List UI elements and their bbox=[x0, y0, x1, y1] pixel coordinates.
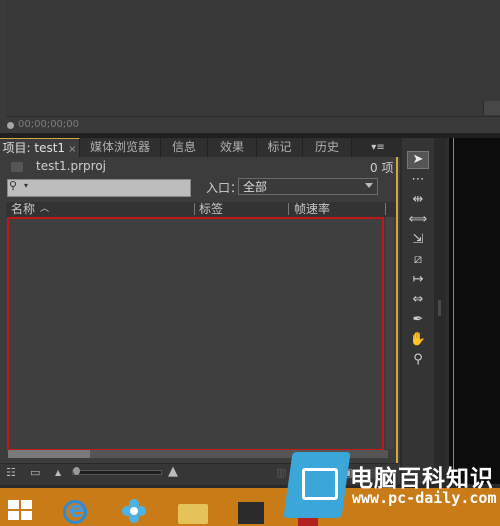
search-icon[interactable]: ⚲ bbox=[9, 179, 17, 192]
tab-history[interactable]: 历史 bbox=[303, 138, 352, 157]
tab-markers[interactable]: 标记 bbox=[257, 138, 303, 157]
program-monitor-panel[interactable] bbox=[446, 138, 500, 484]
rate-stretch-tool-icon[interactable]: ⇲ bbox=[408, 232, 428, 248]
icon-view-icon[interactable]: ▭ bbox=[30, 466, 40, 480]
zoom-tool-icon[interactable]: ⚲ bbox=[408, 352, 428, 368]
tab-media-browser-label: 媒体浏览器 bbox=[89, 140, 150, 154]
windows-logo-icon bbox=[21, 500, 32, 509]
tab-close-icon[interactable]: × bbox=[68, 144, 76, 155]
tab-history-label: 历史 bbox=[314, 140, 339, 154]
automate-icon[interactable]: ▥ bbox=[276, 466, 286, 480]
list-view-icon[interactable]: ☷ bbox=[6, 466, 16, 480]
ripple-edit-tool-icon[interactable]: ⇹ bbox=[408, 192, 428, 208]
windows-logo-icon bbox=[21, 511, 32, 520]
tools-panel bbox=[402, 138, 434, 484]
entry-filter-label: 入口： bbox=[206, 181, 243, 195]
selection-tool-icon[interactable]: ➤ bbox=[407, 151, 429, 169]
item-count: 0 项 bbox=[370, 161, 394, 175]
video-app-icon[interactable] bbox=[238, 502, 264, 524]
file-explorer-icon[interactable] bbox=[178, 504, 208, 524]
tab-effects[interactable]: 效果 bbox=[208, 138, 257, 157]
playhead-marker-icon[interactable] bbox=[7, 122, 14, 129]
watermark-title: 电脑百科知识 bbox=[350, 466, 494, 492]
watermark-monitor-icon bbox=[302, 468, 338, 500]
column-label[interactable]: 标签 bbox=[199, 202, 223, 217]
column-separator[interactable] bbox=[194, 203, 195, 215]
rolling-edit-tool-icon[interactable]: ⟺ bbox=[408, 212, 428, 228]
pen-tool-icon[interactable]: ✒ bbox=[408, 312, 428, 328]
column-separator[interactable] bbox=[288, 203, 289, 215]
tab-media-browser[interactable]: 媒体浏览器 bbox=[80, 138, 161, 157]
zoom-slider-thumb[interactable] bbox=[73, 467, 80, 475]
sort-ascending-icon[interactable]: ︿ bbox=[40, 202, 49, 217]
panel-resize-grip[interactable] bbox=[438, 300, 441, 316]
zoom-slider-track[interactable] bbox=[72, 470, 162, 475]
tab-project-label: 项目: test1 bbox=[2, 141, 66, 155]
slip-tool-icon[interactable]: ↦ bbox=[408, 272, 428, 288]
project-tab-bar: 项目: test1 × 媒体浏览器 信息 效果 标记 历史 bbox=[0, 138, 400, 157]
search-input[interactable] bbox=[7, 179, 191, 197]
tab-effects-label: 效果 bbox=[219, 140, 244, 154]
project-item-list[interactable] bbox=[7, 217, 384, 451]
chevron-down-icon[interactable] bbox=[365, 183, 373, 188]
monitor-scroll-corner[interactable] bbox=[483, 101, 500, 115]
active-panel-border bbox=[396, 157, 398, 463]
zoom-large-icon[interactable]: ▲ bbox=[168, 465, 178, 479]
watermark-url: www.pc-daily.com bbox=[352, 489, 497, 507]
program-monitor-border bbox=[453, 138, 454, 484]
slide-tool-icon[interactable]: ⇔ bbox=[408, 292, 428, 308]
monitor-viewport[interactable] bbox=[6, 0, 500, 117]
column-separator[interactable] bbox=[385, 203, 386, 215]
panel-menu-icon[interactable]: ▾≡ bbox=[367, 138, 389, 157]
entry-filter-value[interactable]: 全部 bbox=[243, 178, 267, 195]
project-file-name: test1.prproj bbox=[36, 159, 107, 173]
project-folder-icon bbox=[11, 162, 23, 172]
hand-tool-icon[interactable]: ✋ bbox=[408, 332, 428, 348]
track-select-tool-icon[interactable]: ⋯ bbox=[408, 172, 428, 188]
internet-explorer-glyph: e bbox=[69, 498, 84, 523]
tab-markers-label: 标记 bbox=[267, 140, 292, 154]
tab-info[interactable]: 信息 bbox=[161, 138, 208, 157]
vertical-scrollbar[interactable] bbox=[386, 217, 394, 449]
column-frame-rate[interactable]: 帧速率 bbox=[294, 202, 330, 217]
column-name[interactable]: 名称 bbox=[11, 202, 35, 217]
tab-project[interactable]: 项目: test1 × bbox=[0, 138, 80, 157]
search-dropdown-icon[interactable]: ▾ bbox=[24, 181, 28, 190]
windows-logo-icon bbox=[8, 511, 19, 520]
razor-tool-icon[interactable]: ⧄ bbox=[408, 252, 428, 268]
timecode-display[interactable]: 00;00;00;00 bbox=[18, 119, 79, 130]
zoom-small-icon[interactable]: ▲ bbox=[55, 466, 61, 480]
app-flower-icon[interactable] bbox=[121, 498, 147, 524]
windows-logo-icon bbox=[8, 500, 19, 509]
horizontal-scroll-thumb[interactable] bbox=[8, 450, 90, 458]
tab-info-label: 信息 bbox=[171, 140, 196, 154]
start-button[interactable] bbox=[8, 500, 34, 522]
